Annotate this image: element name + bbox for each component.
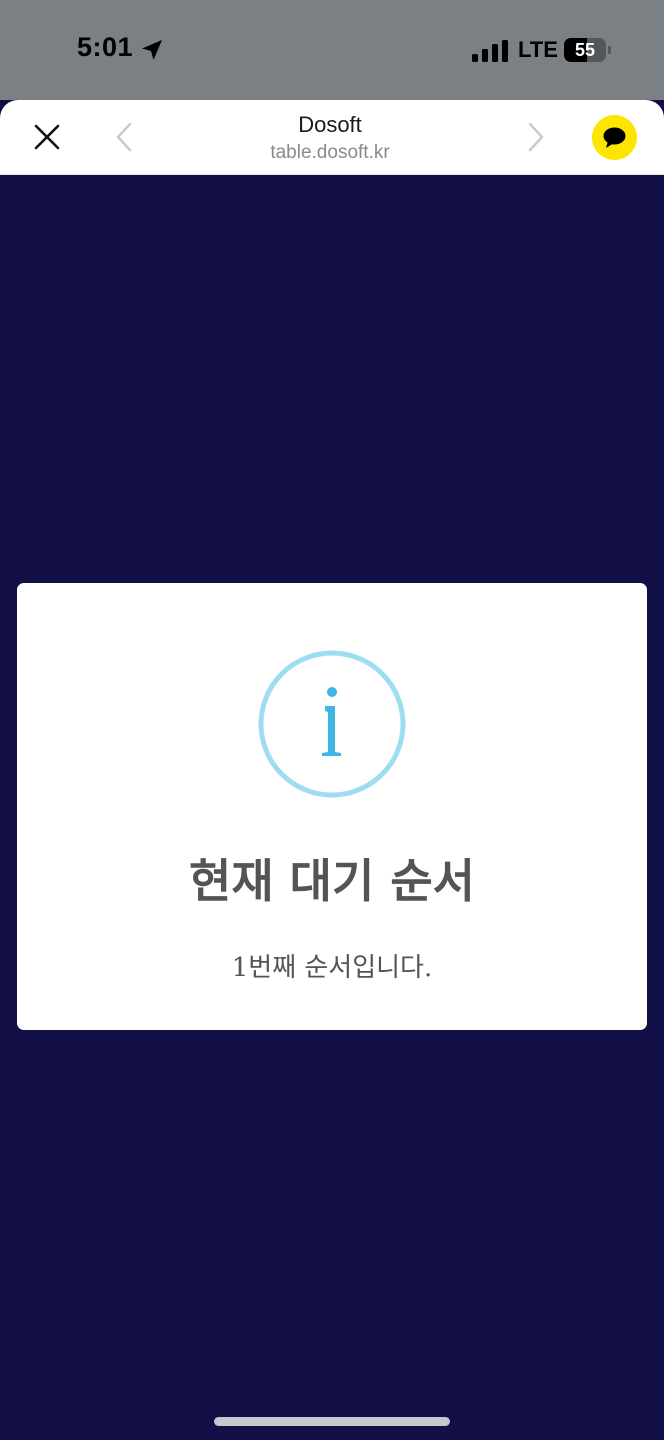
battery-tip: [608, 46, 611, 54]
page-url: table.dosoft.kr: [270, 142, 390, 163]
browser-header: Dosoft table.dosoft.kr: [0, 100, 664, 175]
modal-card: 현재 대기 순서 1번째 순서입니다.: [17, 583, 647, 1030]
battery-level: 55: [574, 40, 596, 60]
home-indicator[interactable]: [214, 1417, 450, 1426]
status-time: 5:01: [77, 32, 134, 62]
close-icon: [34, 124, 60, 150]
signal-bars-icon: [472, 40, 508, 62]
page-title: Dosoft: [298, 112, 362, 137]
info-icon: [258, 650, 406, 798]
close-button[interactable]: [27, 115, 67, 159]
kakaotalk-chat-icon: [603, 127, 626, 148]
chevron-right-icon: [528, 122, 544, 152]
modal-title: 현재 대기 순서: [189, 854, 475, 908]
battery-icon: 55: [564, 38, 606, 62]
back-button[interactable]: [112, 119, 138, 155]
location-arrow-icon: [142, 40, 162, 60]
status-bar: 5:01 LTE 55: [0, 0, 664, 100]
chat-button[interactable]: [592, 115, 637, 160]
title-block: Dosoft table.dosoft.kr: [180, 110, 480, 166]
chevron-left-icon: [116, 122, 132, 152]
network-label: LTE: [518, 37, 558, 62]
forward-button[interactable]: [522, 119, 548, 155]
modal-message: 1번째 순서입니다.: [231, 953, 433, 983]
